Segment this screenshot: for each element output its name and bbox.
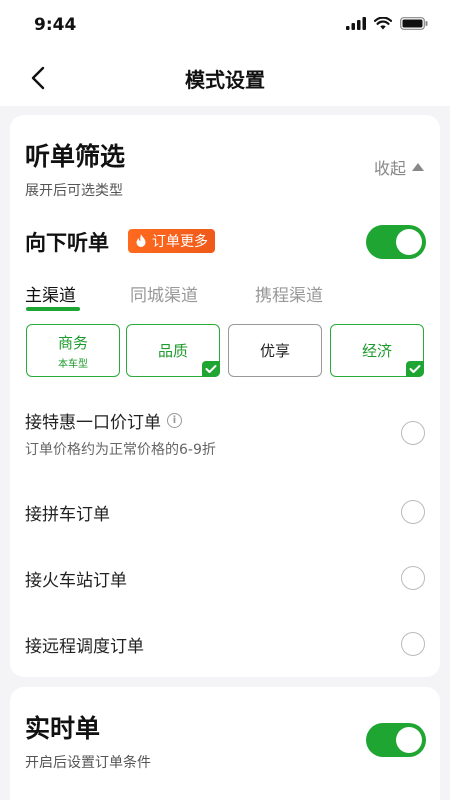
toggle-knob [396,229,422,255]
option-train-station-checkbox[interactable] [401,566,425,590]
option-train-station-label: 接火车站订单 [25,571,127,591]
status-bar: 9:44 [0,0,450,50]
check-icon [406,361,424,377]
battery-icon [400,17,428,30]
down-listen-title: 向下听单 [25,231,109,255]
check-icon [202,361,220,377]
filter-subtitle: 展开后可选类型 [25,183,123,199]
chip-label: 经济 [361,342,392,360]
badge-label: 订单更多 [152,234,208,250]
option-carpool-checkbox[interactable] [401,500,425,524]
option-discount-label: 接特惠一口价订单 [25,413,161,433]
realtime-title: 实时单 [25,714,101,743]
tab-main-channel[interactable]: 主渠道 [25,281,76,306]
status-time: 9:44 [34,15,77,35]
toggle-knob [396,727,422,753]
page-title: 模式设置 [185,68,265,92]
filter-title: 听单筛选 [25,142,126,171]
triangle-up-icon [412,163,424,171]
collapse-label: 收起 [373,159,406,178]
chip-label: 优享 [259,342,290,360]
option-discount-checkbox[interactable] [401,421,425,445]
tab-city-channel[interactable]: 同城渠道 [130,281,198,306]
collapse-button[interactable]: 收起 [374,155,424,179]
filter-card: 听单筛选 展开后可选类型 收起 向下听单 订单更多 主渠道 同城渠道 携程渠道 … [10,115,440,677]
wifi-icon [374,17,392,30]
car-type-business[interactable]: 商务 本车型 [26,324,120,377]
down-listen-toggle[interactable] [366,225,426,259]
tab-active-indicator [26,307,80,311]
realtime-card: 实时单 开启后设置订单条件 [10,687,440,800]
more-orders-badge: 订单更多 [128,229,215,253]
option-discount-sub: 订单价格约为正常价格的6-9折 [25,442,216,458]
nav-bar: 模式设置 [0,50,450,106]
chip-sublabel: 本车型 [58,358,88,370]
car-type-quality[interactable]: 品质 [126,324,220,377]
chip-label: 品质 [157,342,188,360]
chip-label: 商务 [57,333,88,352]
signal-icon [346,17,366,30]
option-remote-dispatch-label: 接远程调度订单 [25,637,144,657]
car-type-premium[interactable]: 优享 [228,324,322,377]
car-type-economy[interactable]: 经济 [330,324,424,377]
flame-icon [134,234,148,248]
option-discount-row: 接特惠一口价订单 i [25,408,182,433]
realtime-toggle[interactable] [366,723,426,757]
realtime-subtitle: 开启后设置订单条件 [25,755,151,771]
tab-ctrip-channel[interactable]: 携程渠道 [255,281,323,306]
info-icon[interactable]: i [167,413,182,428]
option-remote-dispatch-checkbox[interactable] [401,632,425,656]
status-icons [346,17,428,30]
option-carpool-label: 接拼车订单 [25,505,110,525]
